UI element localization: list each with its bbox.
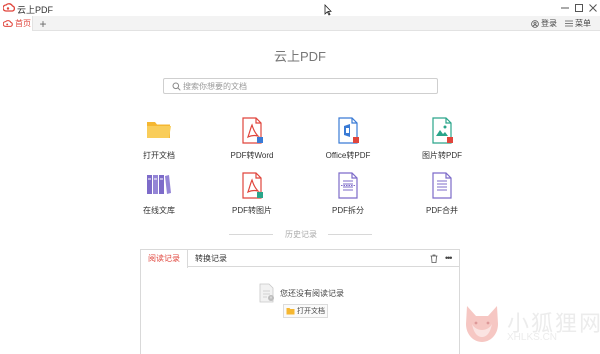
image-icon — [432, 117, 453, 144]
window-title: 云上PDF — [17, 5, 54, 15]
pdf-merge-icon — [432, 172, 452, 199]
login-label: 登录 — [541, 19, 557, 28]
folder-icon — [147, 122, 171, 138]
add-tab-button[interactable]: + — [37, 16, 49, 31]
tool-label: PDF转图片 — [232, 206, 272, 215]
tool-open-document[interactable]: 打开文档 — [124, 117, 194, 165]
watermark-url: XHLKS.CN — [507, 332, 558, 343]
tool-label: PDF拆分 — [332, 206, 364, 215]
folder-icon — [286, 308, 295, 315]
empty-state-text: 您还没有阅读记录 — [280, 289, 344, 298]
home-logo-icon — [3, 19, 13, 27]
menu-button[interactable]: 菜单 — [565, 17, 591, 30]
hamburger-icon — [565, 20, 573, 27]
empty-document-icon — [259, 283, 274, 303]
history-panel: 阅读记录 转换记录 ••• 您还没有阅读记录 打开文档 — [140, 249, 460, 354]
pdf-icon — [242, 117, 263, 144]
search-input[interactable] — [183, 80, 433, 92]
app-logo-icon — [3, 3, 15, 12]
tool-image-to-pdf[interactable]: 图片转PDF — [407, 117, 477, 165]
tool-pdf-split[interactable]: PDF拆分 — [313, 172, 383, 220]
open-document-button[interactable]: 打开文档 — [283, 304, 328, 318]
title-bar: 云上PDF — [0, 0, 600, 16]
mouse-cursor-icon — [324, 4, 332, 16]
tool-label: 图片转PDF — [422, 151, 462, 160]
menu-label: 菜单 — [575, 19, 591, 28]
tool-label: PDF合并 — [426, 206, 458, 215]
history-tabs: 阅读记录 转换记录 ••• — [141, 250, 459, 268]
maximize-icon — [575, 4, 583, 12]
tab-home-label: 首页 — [15, 19, 31, 28]
divider-right — [328, 234, 372, 235]
tab-conversion-history[interactable]: 转换记录 — [188, 250, 234, 267]
tool-label: PDF转Word — [230, 151, 274, 160]
page-title: 云上PDF — [273, 49, 326, 64]
library-icon — [147, 175, 171, 194]
tab-home[interactable]: 首页 — [0, 16, 33, 31]
tool-pdf-to-word[interactable]: PDF转Word — [217, 117, 287, 165]
search-icon — [172, 82, 181, 91]
more-icon[interactable]: ••• — [445, 253, 453, 263]
tool-label: 在线文库 — [143, 206, 175, 215]
search-box[interactable] — [163, 78, 438, 94]
tool-pdf-merge[interactable]: PDF合并 — [407, 172, 477, 220]
tool-label: 打开文档 — [143, 151, 175, 160]
minimize-button[interactable] — [559, 2, 571, 14]
history-title: 历史记录 — [285, 230, 317, 239]
office-icon — [338, 117, 359, 144]
pdf-split-icon — [338, 172, 358, 199]
divider-left — [229, 234, 273, 235]
tool-label: Office转PDF — [325, 151, 371, 160]
login-button[interactable]: 登录 — [531, 17, 557, 30]
maximize-button[interactable] — [573, 2, 585, 14]
open-document-label: 打开文档 — [297, 308, 325, 315]
user-icon — [531, 19, 539, 28]
tab-reading-history[interactable]: 阅读记录 — [141, 250, 188, 268]
tab-bar: 首页 + 登录 菜单 — [0, 16, 600, 31]
close-icon — [589, 4, 597, 12]
minimize-icon — [561, 7, 569, 9]
pdf-image-icon — [242, 172, 263, 199]
trash-icon[interactable] — [430, 254, 438, 263]
tool-office-to-pdf[interactable]: Office转PDF — [313, 117, 383, 165]
tool-pdf-to-image[interactable]: PDF转图片 — [217, 172, 287, 220]
tool-online-library[interactable]: 在线文库 — [124, 172, 194, 220]
close-button[interactable] — [587, 2, 599, 14]
watermark-fox-logo — [466, 306, 498, 342]
